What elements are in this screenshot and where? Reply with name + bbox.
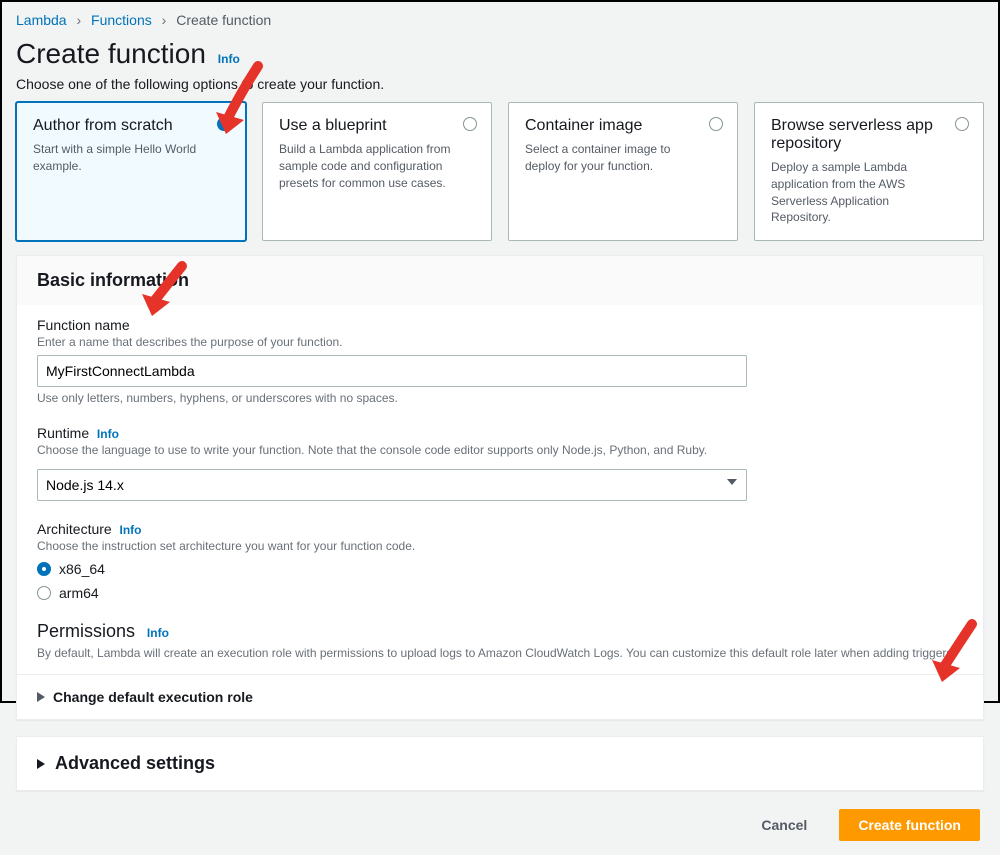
option-title: Author from scratch: [33, 117, 229, 135]
function-name-label: Function name: [37, 317, 963, 333]
option-container-image[interactable]: Container image Select a container image…: [508, 102, 738, 241]
option-title: Use a blueprint: [279, 117, 475, 135]
radio-icon: [709, 117, 723, 131]
advanced-settings-title: Advanced settings: [55, 753, 215, 774]
panel-header: Basic information: [17, 256, 983, 305]
runtime-select[interactable]: [37, 469, 747, 501]
radio-icon: [955, 117, 969, 131]
change-execution-role-toggle[interactable]: Change default execution role: [17, 674, 983, 719]
option-serverless-repo[interactable]: Browse serverless app repository Deploy …: [754, 102, 984, 241]
page-subtitle: Choose one of the following options to c…: [16, 76, 984, 92]
option-desc: Start with a simple Hello World example.: [33, 141, 229, 175]
option-desc: Deploy a sample Lambda application from …: [771, 159, 967, 226]
option-desc: Build a Lambda application from sample c…: [279, 141, 475, 191]
arch-arm64-radio[interactable]: arm64: [37, 585, 963, 601]
function-name-hint: Enter a name that describes the purpose …: [37, 335, 963, 349]
footer-actions: Cancel Create function: [2, 801, 998, 855]
option-title: Container image: [525, 117, 721, 135]
permissions-info-link[interactable]: Info: [147, 626, 169, 640]
runtime-hint: Choose the language to use to write your…: [37, 443, 963, 457]
create-function-button[interactable]: Create function: [839, 809, 980, 841]
option-use-blueprint[interactable]: Use a blueprint Build a Lambda applicati…: [262, 102, 492, 241]
breadcrumb-lambda[interactable]: Lambda: [16, 12, 67, 28]
runtime-info-link[interactable]: Info: [97, 427, 119, 441]
radio-icon: [37, 562, 51, 576]
creation-options: Author from scratch Start with a simple …: [2, 102, 998, 255]
architecture-label: Architecture: [37, 521, 112, 537]
function-name-input[interactable]: [37, 355, 747, 387]
permissions-hint: By default, Lambda will create an execut…: [37, 646, 963, 660]
page-info-link[interactable]: Info: [218, 52, 240, 66]
advanced-settings-panel: Advanced settings: [16, 736, 984, 791]
basic-info-panel: Basic information Function name Enter a …: [16, 255, 984, 720]
breadcrumb-current: Create function: [176, 12, 271, 28]
page-title: Create function: [16, 38, 206, 70]
architecture-hint: Choose the instruction set architecture …: [37, 539, 963, 553]
breadcrumb-sep: ›: [162, 12, 167, 28]
radio-icon: [217, 117, 231, 131]
arch-option-label: x86_64: [59, 561, 105, 577]
arch-x86-64-radio[interactable]: x86_64: [37, 561, 963, 577]
page-header: Create function Info Choose one of the f…: [2, 34, 998, 102]
field-architecture: Architecture Info Choose the instruction…: [37, 521, 963, 601]
architecture-info-link[interactable]: Info: [119, 523, 141, 537]
panel-title: Basic information: [37, 270, 963, 291]
function-name-constraint: Use only letters, numbers, hyphens, or u…: [37, 391, 963, 405]
breadcrumb-sep: ›: [76, 12, 81, 28]
arch-option-label: arm64: [59, 585, 99, 601]
option-desc: Select a container image to deploy for y…: [525, 141, 721, 175]
field-function-name: Function name Enter a name that describe…: [37, 317, 963, 405]
breadcrumb-functions[interactable]: Functions: [91, 12, 152, 28]
breadcrumb: Lambda › Functions › Create function: [2, 2, 998, 34]
permissions-label: Permissions: [37, 621, 135, 642]
field-runtime: Runtime Info Choose the language to use …: [37, 425, 963, 501]
radio-icon: [463, 117, 477, 131]
triangle-right-icon: [37, 756, 45, 772]
cancel-button[interactable]: Cancel: [743, 809, 825, 841]
runtime-label: Runtime: [37, 425, 89, 441]
field-permissions: Permissions Info By default, Lambda will…: [37, 621, 963, 660]
option-title: Browse serverless app repository: [771, 117, 967, 153]
advanced-settings-toggle[interactable]: Advanced settings: [17, 737, 983, 790]
option-author-from-scratch[interactable]: Author from scratch Start with a simple …: [16, 102, 246, 241]
radio-icon: [37, 586, 51, 600]
